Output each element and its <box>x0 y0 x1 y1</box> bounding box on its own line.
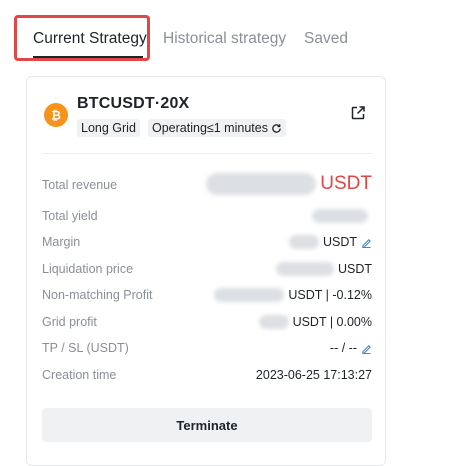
redacted-amount <box>214 288 285 302</box>
row-total-revenue: Total revenue USDT <box>42 173 372 196</box>
margin-unit: USDT <box>322 235 357 249</box>
grid-profit-label: Grid profit <box>42 315 97 329</box>
row-total-yield: Total yield <box>42 207 372 227</box>
non-matching-profit-value: USDT | -0.12% <box>214 288 372 302</box>
row-grid-profit: Grid profit USDT | 0.00% <box>42 313 372 333</box>
tab-historical-strategy[interactable]: Historical strategy <box>163 30 286 48</box>
margin-value: USDT <box>288 235 372 249</box>
liquidation-price-unit: USDT <box>337 262 372 276</box>
status-text: Operating≤1 minutes <box>152 121 268 135</box>
card-divider <box>42 153 372 154</box>
refresh-icon[interactable] <box>271 123 282 134</box>
pair-title: BTCUSDT·20X <box>77 95 190 112</box>
row-liquidation-price: Liquidation price USDT <box>42 260 372 280</box>
grid-profit-text: USDT | 0.00% <box>292 315 372 329</box>
liquidation-price-label: Liquidation price <box>42 262 134 276</box>
margin-label: Margin <box>42 235 81 249</box>
pencil-icon[interactable] <box>361 237 372 248</box>
tp-sl-text: -- / -- <box>329 341 357 355</box>
terminate-button[interactable]: Terminate <box>42 408 372 442</box>
row-tp-sl: TP / SL (USDT) -- / -- <box>42 339 372 359</box>
liquidation-price-value: USDT <box>275 262 372 276</box>
tab-saved[interactable]: Saved <box>304 30 348 48</box>
total-revenue-label: Total revenue <box>42 178 118 192</box>
highlight-annotation-box <box>14 15 150 61</box>
external-link-icon[interactable] <box>350 105 366 121</box>
row-creation-time: Creation time 2023-06-25 17:13:27 <box>42 366 372 386</box>
strategy-tabs: Current Strategy Historical strategy Sav… <box>0 0 474 70</box>
redacted-amount <box>288 235 319 249</box>
total-revenue-value: USDT <box>206 173 372 195</box>
tp-sl-value: -- / -- <box>330 341 372 355</box>
creation-time-value: 2023-06-25 17:13:27 <box>256 368 372 382</box>
creation-time-label: Creation time <box>42 368 117 382</box>
grid-profit-value: USDT | 0.00% <box>258 315 372 329</box>
redacted-amount <box>275 262 334 276</box>
total-yield-value <box>312 209 372 223</box>
non-matching-profit-text: USDT | -0.12% <box>288 288 372 302</box>
svg-text:₿: ₿ <box>51 109 61 123</box>
redacted-amount <box>312 209 368 223</box>
row-non-matching-profit: Non-matching Profit USDT | -0.12% <box>42 286 372 306</box>
status-badge: Operating≤1 minutes <box>148 119 286 137</box>
grid-type-badge: Long Grid <box>77 119 140 137</box>
redacted-amount <box>258 315 289 329</box>
non-matching-profit-label: Non-matching Profit <box>42 288 153 302</box>
creation-time-text: 2023-06-25 17:13:27 <box>255 368 372 382</box>
strategy-card: ₿ BTCUSDT·20X Long Grid Operating≤1 minu… <box>26 76 386 466</box>
total-yield-label: Total yield <box>42 209 98 223</box>
total-revenue-unit: USDT <box>320 173 372 194</box>
bitcoin-icon: ₿ <box>44 103 68 127</box>
tp-sl-label: TP / SL (USDT) <box>42 341 129 355</box>
pencil-icon[interactable] <box>361 343 372 354</box>
row-margin: Margin USDT <box>42 233 372 253</box>
redacted-amount <box>206 173 317 195</box>
